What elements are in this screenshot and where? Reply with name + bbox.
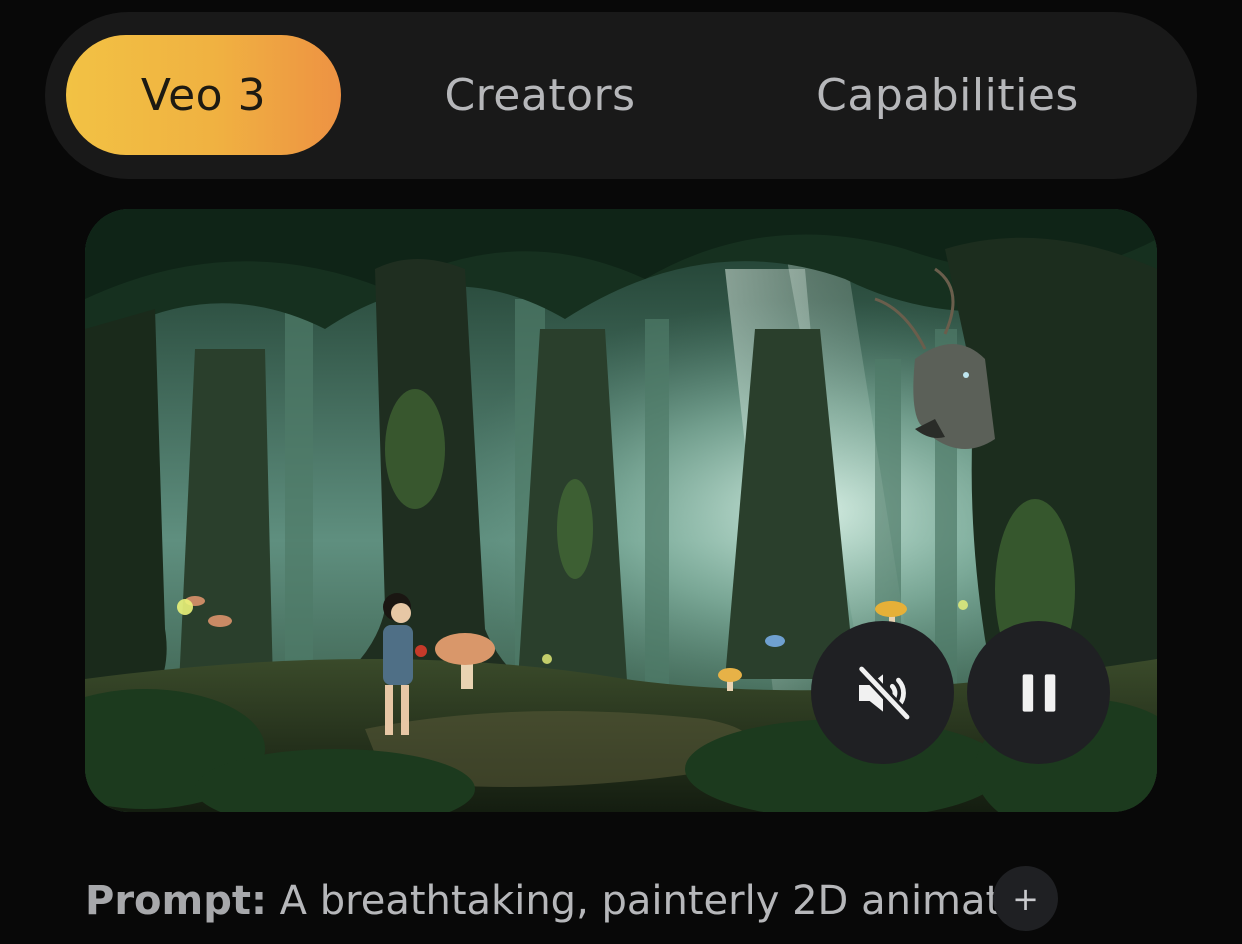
volume-off-icon xyxy=(855,663,912,722)
mute-button[interactable] xyxy=(811,621,954,764)
prompt-text: Prompt: A breathtaking, painterly 2D ani… xyxy=(85,874,1039,928)
tab-veo-3[interactable]: Veo 3 xyxy=(66,35,341,155)
video-player[interactable] xyxy=(85,209,1157,812)
tab-creators[interactable]: Creators xyxy=(380,35,700,155)
pause-icon xyxy=(1022,673,1055,712)
prompt-description: A breathtaking, painterly 2D animat... xyxy=(266,878,1040,924)
expand-prompt-button[interactable]: + xyxy=(993,866,1058,931)
pause-button[interactable] xyxy=(967,621,1110,764)
page: Veo 3 Creators Capabilities Prompt: A br… xyxy=(0,0,1242,944)
tab-capabilities[interactable]: Capabilities xyxy=(745,35,1150,155)
plus-icon: + xyxy=(1012,879,1039,918)
prompt-label: Prompt: xyxy=(85,878,267,924)
tab-bar: Veo 3 Creators Capabilities xyxy=(45,12,1197,179)
